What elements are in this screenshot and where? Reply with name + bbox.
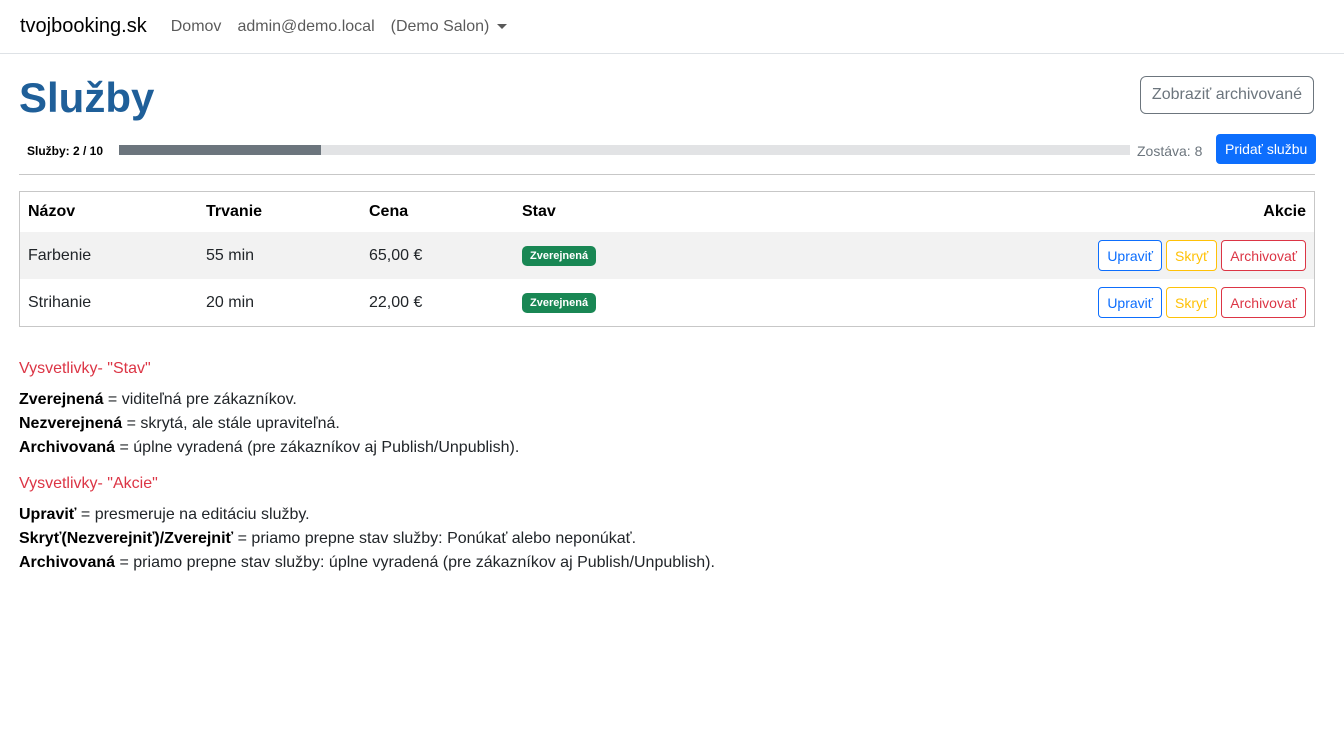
hide-button[interactable]: Skryť <box>1166 287 1218 318</box>
legend-item: Skryť(Nezverejniť)/Zverejniť = priamo pr… <box>19 530 637 547</box>
main-content: Služby Zobraziť archivované Služby: 2 / … <box>0 54 1344 575</box>
status-badge: Zverejnená <box>522 292 597 313</box>
legend-item: Upraviť = presmeruje na editáciu služby. <box>19 506 310 523</box>
legend-item: Zverejnená = viditeľná pre zákazníkov. <box>19 391 297 408</box>
table-header-row: Názov Trvanie Cena Stav Akcie <box>20 192 1314 232</box>
legend-item: Nezverejnená = skrytá, ale stále upravit… <box>19 415 340 432</box>
service-price: 22,00 € <box>369 293 423 311</box>
column-header-actions: Akcie <box>1263 203 1306 220</box>
archive-button[interactable]: Archivovať <box>1221 240 1306 271</box>
column-header-status: Stav <box>522 203 556 220</box>
status-badge: Zverejnená <box>522 245 597 266</box>
service-duration: 55 min <box>198 232 361 279</box>
service-name: Farbenie <box>20 232 198 279</box>
table-row: Strihanie 20 min 22,00 € Zverejnená Upra… <box>20 279 1314 326</box>
show-archived-button[interactable]: Zobraziť archivované <box>1139 76 1314 114</box>
service-price: 65,00 € <box>361 232 514 279</box>
legend-item: Archivovaná = priamo prepne stav služby:… <box>19 554 715 571</box>
hide-button[interactable]: Skryť <box>1166 240 1218 271</box>
page-header: Služby Zobraziť archivované <box>19 54 1325 134</box>
quota-progress-fill <box>119 145 322 155</box>
legend-actions-title: Vysvetlivky- "Akcie" <box>19 475 158 492</box>
salon-dropdown[interactable]: (Demo Salon) <box>391 18 508 36</box>
column-header-price: Cena <box>369 203 409 220</box>
nav-user-email[interactable]: admin@demo.local <box>237 18 374 36</box>
quota-row: Služby: 2 / 10 Zostáva: 8 Pridať službu <box>19 134 1325 174</box>
nav-home-link[interactable]: Domov <box>171 18 222 36</box>
legend-status-title: Vysvetlivky- "Stav" <box>19 360 151 377</box>
table-row: Farbenie 55 min 65,00 € Zverejnená Uprav… <box>20 232 1314 279</box>
quota-remaining: Zostáva: 8 <box>1137 143 1203 159</box>
legend-item: Archivovaná = úplne vyradená (pre zákazn… <box>19 439 520 456</box>
chevron-down-icon <box>497 24 508 29</box>
service-name: Strihanie <box>28 293 92 311</box>
edit-button[interactable]: Upraviť <box>1098 287 1163 318</box>
legend-section: Vysvetlivky- "Stav" Zverejnená = viditeľ… <box>19 360 1325 575</box>
brand-logo[interactable]: tvojbooking.sk <box>20 15 147 38</box>
salon-dropdown-label: (Demo Salon) <box>390 17 490 35</box>
add-service-button[interactable]: Pridať službu <box>1216 134 1317 164</box>
archive-button[interactable]: Archivovať <box>1221 287 1306 318</box>
top-navbar: tvojbooking.sk Domov admin@demo.local (D… <box>0 0 1344 54</box>
column-header-name: Názov <box>28 203 76 220</box>
divider <box>19 174 1315 175</box>
legend-actions: Vysvetlivky- "Akcie" Upraviť = presmeruj… <box>19 475 1325 575</box>
page-title: Služby <box>19 74 155 121</box>
column-header-duration: Trvanie <box>206 203 263 220</box>
legend-status: Vysvetlivky- "Stav" Zverejnená = viditeľ… <box>19 360 1325 460</box>
service-duration: 20 min <box>206 293 255 311</box>
quota-progress-bar <box>119 145 1130 155</box>
edit-button[interactable]: Upraviť <box>1098 240 1163 271</box>
quota-label: Služby: 2 / 10 <box>27 144 104 158</box>
services-table: Názov Trvanie Cena Stav Akcie Farbenie 5… <box>19 191 1315 327</box>
